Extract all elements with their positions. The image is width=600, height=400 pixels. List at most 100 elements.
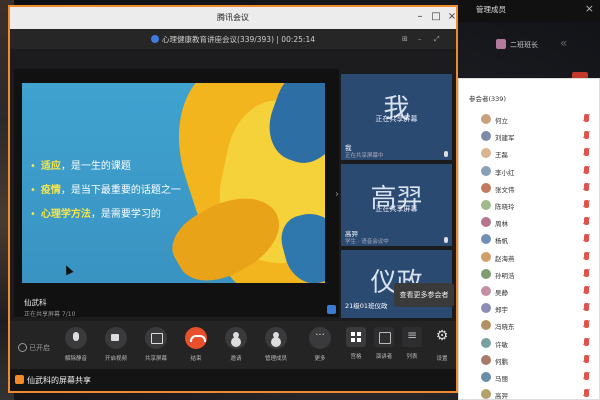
mic-muted-icon[interactable] — [584, 234, 589, 243]
participant-tile[interactable]: 我 正在共享屏幕 我 正在共享屏幕中 — [340, 73, 453, 161]
mic-muted-icon[interactable] — [584, 251, 589, 260]
mic-muted-icon[interactable] — [584, 114, 589, 122]
participant-name: 李小红 — [495, 168, 515, 177]
participant-list-item[interactable]: 高羿 — [481, 388, 589, 400]
current-user-badge[interactable]: 二班班长 « — [492, 36, 592, 56]
cursor-icon — [62, 263, 74, 276]
mic-muted-icon[interactable] — [584, 268, 589, 277]
mic-muted-icon[interactable] — [584, 303, 589, 312]
invite-button[interactable]: 邀请 — [216, 327, 256, 362]
meeting-info: 心理健康教育讲座会议(339/393) | 00:25:14 — [162, 35, 315, 44]
speaker-view-icon — [374, 327, 394, 347]
grid-icon — [346, 327, 366, 347]
view-toggle-icon[interactable]: ⊞ — [402, 35, 408, 43]
participant-list-item[interactable]: 刘建军 — [481, 130, 589, 144]
avatar — [481, 251, 491, 262]
mic-muted-icon[interactable] — [584, 131, 589, 140]
mic-muted-icon[interactable] — [584, 389, 589, 398]
more-icon — [309, 327, 331, 349]
maximize-icon[interactable]: □ — [430, 11, 442, 23]
window-title: 腾讯会议 — [217, 13, 249, 22]
status-icon — [18, 343, 27, 352]
participant-list-item[interactable]: 赵海燕 — [481, 251, 589, 265]
mic-muted-icon[interactable] — [584, 286, 589, 294]
current-user-name: 二班班长 — [510, 41, 538, 49]
mic-muted-icon[interactable] — [584, 337, 589, 346]
participant-name: 许敏 — [495, 340, 508, 349]
minimize-view-icon[interactable]: – — [418, 35, 422, 43]
participant-list-item[interactable]: 何鹏 — [481, 354, 589, 368]
fullscreen-icon[interactable]: ⤢ — [434, 35, 440, 44]
mic-muted-icon[interactable] — [584, 182, 589, 191]
participant-tile[interactable]: 高羿 正在共享屏幕 高羿 学生 · 语音会议中 — [340, 163, 453, 247]
participant-list-header: 参会者(339) — [469, 95, 506, 103]
presenter-name: 仙武科 — [24, 298, 47, 307]
minimize-icon[interactable]: – — [414, 11, 426, 23]
mic-muted-icon[interactable] — [584, 148, 589, 157]
screen-share-banner[interactable]: 仙武科的屏幕共享 — [10, 369, 456, 391]
slide-bullet: • 心理学方法，是需要学习的 — [30, 209, 161, 220]
screen-share-label: 仙武科的屏幕共享 — [27, 376, 91, 385]
participant-list-item[interactable]: 张文伟 — [481, 182, 589, 196]
participant-list-item[interactable]: 郑宇 — [481, 302, 589, 316]
avatar — [481, 217, 491, 228]
mic-muted-icon[interactable] — [584, 372, 589, 380]
avatar — [481, 320, 491, 331]
mic-muted-icon[interactable] — [584, 165, 589, 174]
mic-muted-icon[interactable] — [584, 200, 589, 208]
gear-icon — [431, 327, 453, 349]
mic-muted-icon[interactable] — [584, 354, 589, 363]
avatar — [481, 354, 491, 365]
participant-list-item[interactable]: 周林 — [481, 216, 589, 230]
participant-list-item[interactable]: 杨帆 — [481, 233, 589, 247]
members-icon — [265, 327, 287, 349]
avatar — [481, 114, 491, 124]
participant-name: 王磊 — [495, 151, 508, 160]
avatar — [481, 148, 491, 159]
participant-list-item[interactable]: 王磊 — [481, 147, 589, 161]
slide: • 适应，是一生的课题 • 疫情，是当下最重要的话题之一 • 心理学方法，是需要学习的 — [22, 83, 325, 283]
invite-icon — [225, 327, 247, 349]
unmute-button[interactable]: 解除静音 — [56, 327, 96, 362]
settings-button[interactable]: 设置 — [422, 327, 462, 362]
participant-list-item[interactable]: 马丽 — [481, 371, 589, 385]
shared-screen-area[interactable]: • 适应，是一生的课题 • 疫情，是当下最重要的话题之一 • 心理学方法，是需要学习的… — [14, 69, 339, 318]
share-screen-button[interactable]: 共享屏幕 — [136, 327, 176, 362]
participant-name: 赵海燕 — [495, 254, 515, 263]
avatar — [481, 234, 491, 245]
participant-list-item[interactable]: 何立 — [481, 113, 589, 127]
leave-button[interactable]: 结束 — [176, 327, 216, 362]
participant-name: 吴静 — [495, 289, 508, 297]
participant-name: 张文伟 — [495, 185, 515, 194]
manage-members-button[interactable]: 管理成员 — [256, 327, 296, 362]
avatar — [481, 200, 491, 210]
video-button[interactable]: 开启视频 — [96, 327, 136, 362]
close-icon[interactable]: × — [585, 2, 594, 15]
avatar — [481, 303, 491, 314]
mic-muted-icon[interactable] — [584, 217, 589, 226]
chevron-right-icon[interactable]: › — [335, 189, 339, 200]
mic-muted-icon[interactable] — [584, 320, 589, 329]
shield-icon — [151, 35, 159, 43]
members-window-titlebar: 管理成员 × — [458, 0, 600, 22]
participant-list-item[interactable]: 李小红 — [481, 165, 589, 179]
participant-list-item[interactable]: 陈晓玲 — [481, 199, 589, 213]
presenter-tag-icon — [327, 305, 336, 314]
avatar — [481, 337, 491, 348]
slide-bullets: • 适应，是一生的课题 • 疫情，是当下最重要的话题之一 • 心理学方法，是需要学习的 — [30, 157, 181, 229]
participant-list[interactable]: 参会者(339) 何立刘建军王磊李小红张文伟陈晓玲周林杨帆赵海燕孙明浩吴静郑宇冯… — [458, 78, 600, 400]
window-titlebar: 腾讯会议 – □ × — [10, 7, 456, 29]
participant-name: 高羿 — [495, 392, 508, 400]
participant-list-item[interactable]: 许敏 — [481, 337, 589, 351]
tooltip: 查看更多参会者 — [394, 283, 454, 307]
participant-list-item[interactable]: 孙明浩 — [481, 268, 589, 282]
avatar — [481, 286, 491, 296]
list-icon — [402, 327, 422, 347]
participant-name: 马丽 — [495, 375, 508, 383]
participant-name: 冯晓东 — [495, 323, 515, 332]
close-icon[interactable]: × — [446, 11, 458, 23]
participant-list-item[interactable]: 冯晓东 — [481, 319, 589, 333]
more-button[interactable]: 更多 — [300, 327, 340, 362]
participant-list-item[interactable]: 吴静 — [481, 285, 589, 299]
control-bar: 已开启 解除静音 开启视频 共享屏幕 结束 邀请 管理成员 更多 宫格 演讲者 … — [10, 321, 456, 369]
